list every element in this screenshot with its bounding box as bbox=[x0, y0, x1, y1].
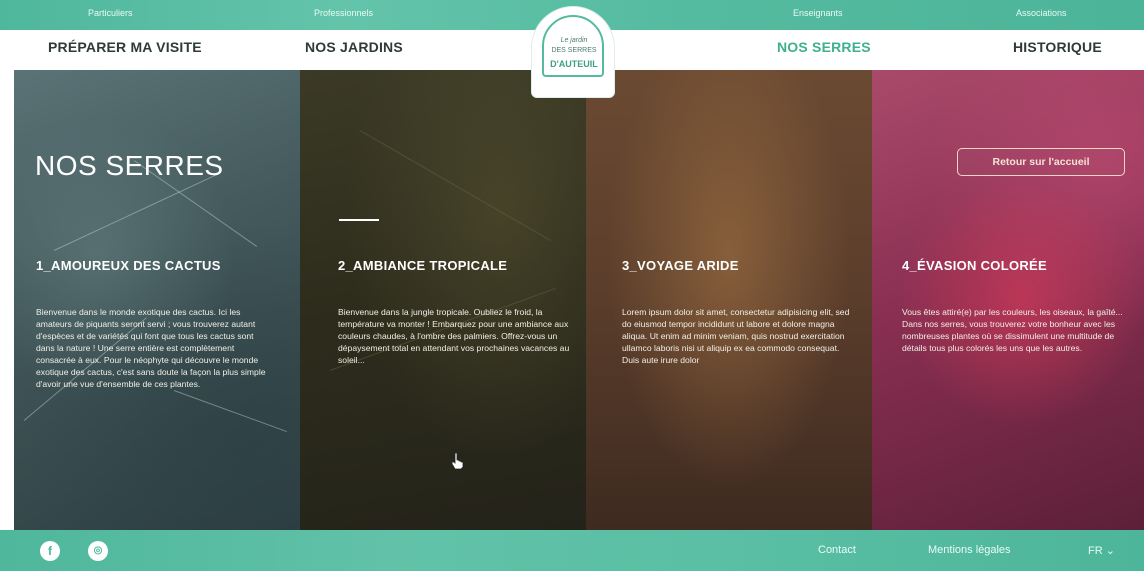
panel-description: Lorem ipsum dolor sit amet, consectetur … bbox=[622, 307, 850, 365]
section-divider bbox=[339, 219, 379, 221]
panel-title: 1_AMOUREUX DES CACTUS bbox=[36, 258, 221, 273]
nav-preparer-ma-visite[interactable]: PRÉPARER MA VISITE bbox=[48, 39, 202, 55]
facebook-icon[interactable]: f bbox=[40, 541, 60, 561]
pineapple-background bbox=[586, 70, 872, 530]
audience-link-particuliers[interactable]: Particuliers bbox=[88, 8, 133, 18]
panel-description: Vous êtes attiré(e) par les couleurs, le… bbox=[902, 307, 1123, 353]
hibiscus-background bbox=[872, 70, 1144, 530]
audience-link-professionnels[interactable]: Professionnels bbox=[314, 8, 373, 18]
hand-cursor-icon bbox=[451, 452, 464, 470]
back-to-home-button[interactable]: Retour sur l'accueil bbox=[957, 148, 1125, 176]
logo-line-3: D'AUTEUIL bbox=[550, 59, 598, 69]
logo-line-2: DES SERRES bbox=[551, 47, 597, 54]
panel-description: Bienvenue dans le monde exotique des cac… bbox=[36, 307, 266, 389]
language-label: FR bbox=[1088, 545, 1103, 557]
logo-line-1: Le jardin bbox=[560, 37, 588, 44]
panel-description: Bienvenue dans la jungle tropicale. Oubl… bbox=[338, 307, 570, 365]
palm-background bbox=[300, 70, 586, 530]
panel-title: 4_ÉVASION COLORÉE bbox=[902, 258, 1048, 273]
panel-cactus[interactable]: 1_AMOUREUX DES CACTUS Bienvenue dans le … bbox=[14, 70, 300, 530]
language-selector[interactable]: FR ⌄ bbox=[1088, 544, 1115, 557]
panel-coloree[interactable]: 4_ÉVASION COLORÉE Vous êtes attiré(e) pa… bbox=[872, 70, 1144, 530]
panel-title: 3_VOYAGE ARIDE bbox=[622, 258, 739, 273]
cactus-background bbox=[14, 70, 300, 530]
footer-contact-link[interactable]: Contact bbox=[818, 544, 856, 556]
page-title: NOS SERRES bbox=[35, 150, 224, 181]
nav-nos-serres[interactable]: NOS SERRES bbox=[777, 39, 871, 55]
footer: f ◎ Contact Mentions légales FR ⌄ bbox=[0, 530, 1144, 571]
nav-historique[interactable]: HISTORIQUE bbox=[1013, 39, 1102, 55]
instagram-icon[interactable]: ◎ bbox=[88, 541, 108, 561]
audience-link-associations[interactable]: Associations bbox=[1016, 8, 1067, 18]
chevron-down-icon: ⌄ bbox=[1105, 545, 1115, 557]
panel-title: 2_AMBIANCE TROPICALE bbox=[338, 258, 508, 273]
site-logo[interactable]: Le jardin DES SERRES D'AUTEUIL bbox=[531, 6, 615, 98]
panel-aride[interactable]: 3_VOYAGE ARIDE Lorem ipsum dolor sit ame… bbox=[586, 70, 872, 530]
nav-nos-jardins[interactable]: NOS JARDINS bbox=[305, 39, 403, 55]
audience-link-enseignants[interactable]: Enseignants bbox=[793, 8, 843, 18]
panel-tropicale[interactable]: 2_AMBIANCE TROPICALE Bienvenue dans la j… bbox=[300, 70, 586, 530]
footer-legal-link[interactable]: Mentions légales bbox=[928, 544, 1011, 556]
